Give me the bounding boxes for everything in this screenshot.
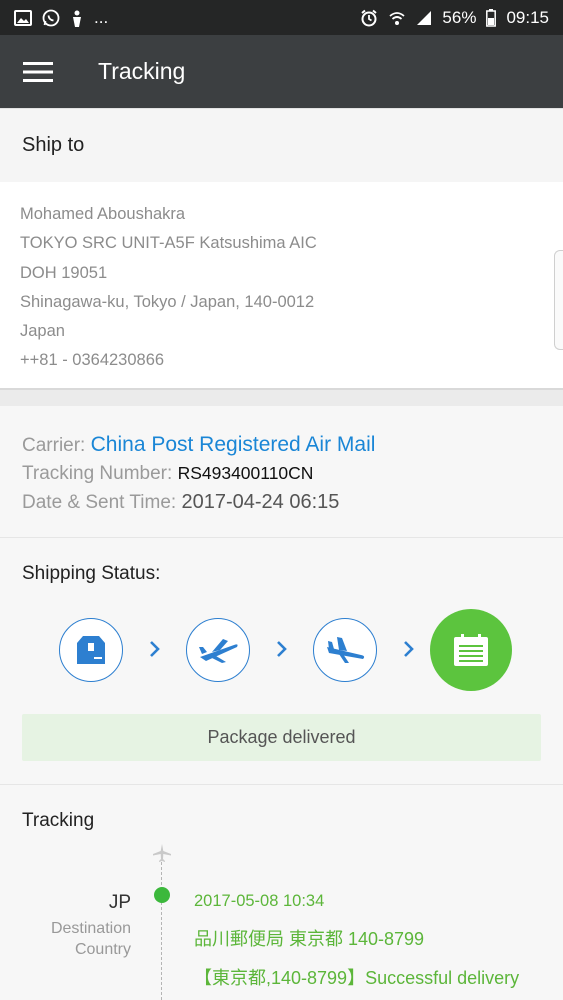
alarm-icon bbox=[360, 9, 378, 27]
chevron-right-icon bbox=[150, 641, 160, 657]
address-country: Japan bbox=[20, 322, 65, 341]
country-block: JP Destination Country bbox=[51, 892, 131, 960]
address-city: Shinagawa-ku, Tokyo / Japan, 140-0012 bbox=[20, 292, 315, 311]
country-label-line-2: Country bbox=[74, 941, 131, 958]
status-bar-left: ... bbox=[14, 8, 108, 28]
address-line-1: TOKYO SRC UNIT-A5F Katsushima AIC bbox=[20, 234, 317, 253]
notification-icon bbox=[70, 9, 84, 27]
address-phone: ++81 - 0364230866 bbox=[20, 351, 165, 370]
tracking-heading: Tracking bbox=[22, 810, 95, 831]
menu-button[interactable] bbox=[0, 35, 76, 108]
event-description: 【東京都,140-8799】Successful delivery bbox=[194, 968, 520, 988]
signal-icon bbox=[416, 10, 432, 26]
tracking-event: 2017-05-08 10:34 品川郵便局 東京都 140-8799 【東京都… bbox=[194, 891, 519, 989]
more-icon: ... bbox=[94, 7, 109, 27]
address-name: Mohamed Aboushakra bbox=[20, 205, 186, 223]
address-line-2: DOH 19051 bbox=[20, 263, 108, 282]
hamburger-icon bbox=[23, 61, 53, 82]
plane-takeoff-icon bbox=[199, 639, 238, 663]
battery-percent: 56% bbox=[442, 7, 477, 27]
tracking-section: Tracking JP Destination Country 2017-05-… bbox=[0, 785, 563, 1000]
section-divider bbox=[0, 390, 563, 406]
page-title: Tracking bbox=[98, 58, 186, 84]
wifi-icon bbox=[388, 10, 406, 26]
step-arrived bbox=[313, 618, 377, 682]
status-bar-right: 56% 09:15 bbox=[360, 8, 549, 28]
app-toolbar: Tracking bbox=[0, 35, 563, 108]
shipping-status-section: Shipping Status: Package delivered bbox=[0, 538, 563, 785]
event-datetime: 2017-05-08 10:34 bbox=[194, 892, 325, 910]
timeline-line bbox=[161, 862, 162, 1000]
side-drawer-handle[interactable] bbox=[554, 250, 563, 350]
image-icon bbox=[14, 9, 32, 26]
step-package bbox=[59, 618, 123, 682]
carrier-label: Carrier: bbox=[22, 435, 91, 456]
timeline-dot bbox=[154, 887, 170, 903]
airplane-icon bbox=[153, 844, 171, 862]
sent-time-label: Date & Sent Time: bbox=[22, 492, 182, 513]
tracking-number-row: Tracking Number: RS493400110CN bbox=[22, 459, 541, 488]
event-location: 品川郵便局 東京都 140-8799 bbox=[194, 929, 425, 949]
country-label-line-1: Destination bbox=[50, 920, 131, 937]
package-icon bbox=[77, 636, 105, 664]
sent-time-value: 2017-04-24 06:15 bbox=[181, 491, 340, 513]
delivery-status-banner: Package delivered bbox=[22, 714, 541, 761]
shipment-info: Carrier: China Post Registered Air Mail … bbox=[0, 406, 563, 538]
status-bar: ... 56% 09:15 bbox=[0, 0, 563, 35]
country-label: Destination Country bbox=[51, 918, 131, 960]
carrier-row: Carrier: China Post Registered Air Mail bbox=[22, 430, 541, 459]
ship-to-heading: Ship to bbox=[0, 108, 563, 182]
battery-icon bbox=[486, 8, 497, 27]
plane-landing-icon bbox=[327, 637, 365, 663]
tracking-number-label: Tracking Number: bbox=[22, 463, 178, 484]
step-departed bbox=[186, 618, 250, 682]
country-code: JP bbox=[108, 892, 131, 913]
shipping-address: Mohamed Aboushakra TOKYO SRC UNIT-A5F Ka… bbox=[0, 182, 563, 390]
sent-time-row: Date & Sent Time: 2017-04-24 06:15 bbox=[22, 488, 541, 517]
step-delivered bbox=[430, 609, 512, 691]
whatsapp-icon bbox=[42, 9, 60, 27]
clock: 09:15 bbox=[506, 7, 549, 27]
carrier-link[interactable]: China Post Registered Air Mail bbox=[91, 433, 376, 456]
delivered-icon bbox=[454, 634, 488, 666]
chevron-right-icon bbox=[404, 641, 414, 657]
tracking-number-value: RS493400110CN bbox=[177, 463, 314, 483]
shipping-status-heading: Shipping Status: bbox=[22, 563, 161, 584]
chevron-right-icon bbox=[277, 641, 287, 657]
